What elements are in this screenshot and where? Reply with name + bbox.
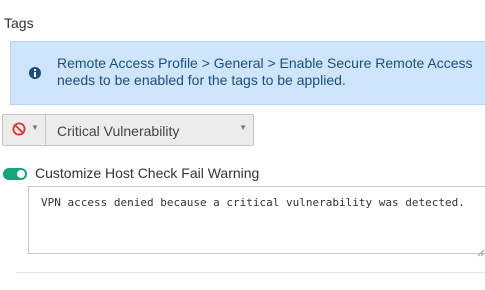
info-message-line-1: Remote Access Profile > General > Enable… <box>57 55 473 71</box>
warning-message-text: VPN access denied because a critical vul… <box>41 196 465 209</box>
section-title: Tags <box>4 15 34 31</box>
tag-select[interactable]: ▼ Critical Vulnerability ▼ <box>2 114 254 146</box>
chevron-down-icon: ▼ <box>239 123 247 132</box>
info-circle-icon <box>28 66 42 80</box>
info-message-line-2: needs to be enabled for the tags to be a… <box>57 72 346 88</box>
info-banner: Remote Access Profile > General > Enable… <box>10 41 485 105</box>
divider <box>16 272 485 273</box>
chevron-down-icon: ▼ <box>31 123 39 132</box>
customize-warning-toggle[interactable] <box>3 168 27 180</box>
tag-select-value: Critical Vulnerability <box>57 123 180 139</box>
info-message: Remote Access Profile > General > Enable… <box>57 55 473 89</box>
tag-icon-picker[interactable]: ▼ <box>3 115 46 145</box>
customize-warning-label: Customize Host Check Fail Warning <box>35 165 260 181</box>
warning-message-textarea[interactable]: VPN access denied because a critical vul… <box>28 186 485 254</box>
toggle-knob <box>17 170 25 178</box>
ban-icon <box>12 122 26 136</box>
resize-handle-icon[interactable] <box>477 244 485 257</box>
